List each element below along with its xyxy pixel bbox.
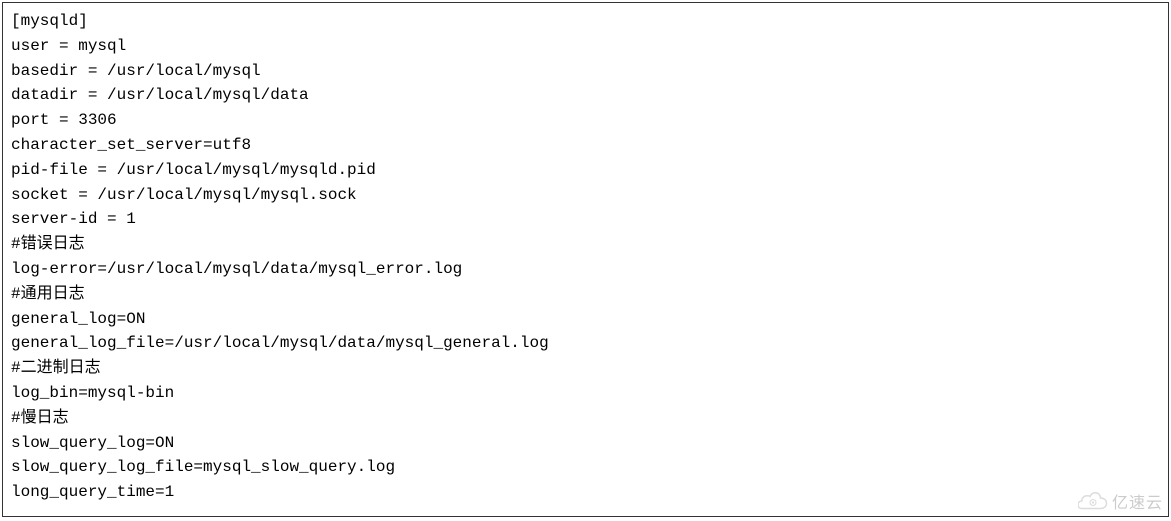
- config-line: port = 3306: [11, 108, 1160, 133]
- config-line: general_log=ON: [11, 307, 1160, 332]
- config-line: datadir = /usr/local/mysql/data: [11, 83, 1160, 108]
- config-line: log_bin=mysql-bin: [11, 381, 1160, 406]
- config-code-block: [mysqld] user = mysql basedir = /usr/loc…: [2, 2, 1169, 517]
- config-line: user = mysql: [11, 34, 1160, 59]
- config-line: general_log_file=/usr/local/mysql/data/m…: [11, 331, 1160, 356]
- config-line: pid-file = /usr/local/mysql/mysqld.pid: [11, 158, 1160, 183]
- config-line: basedir = /usr/local/mysql: [11, 59, 1160, 84]
- config-line: slow_query_log_file=mysql_slow_query.log: [11, 455, 1160, 480]
- config-line: server-id = 1: [11, 207, 1160, 232]
- config-line: character_set_server=utf8: [11, 133, 1160, 158]
- config-line: slow_query_log=ON: [11, 431, 1160, 456]
- config-line: [mysqld]: [11, 9, 1160, 34]
- config-line: socket = /usr/local/mysql/mysql.sock: [11, 183, 1160, 208]
- config-line: long_query_time=1: [11, 480, 1160, 505]
- config-line: log-error=/usr/local/mysql/data/mysql_er…: [11, 257, 1160, 282]
- config-line: #二进制日志: [11, 356, 1160, 381]
- config-line: #错误日志: [11, 232, 1160, 257]
- config-line: #通用日志: [11, 282, 1160, 307]
- config-line: #慢日志: [11, 406, 1160, 431]
